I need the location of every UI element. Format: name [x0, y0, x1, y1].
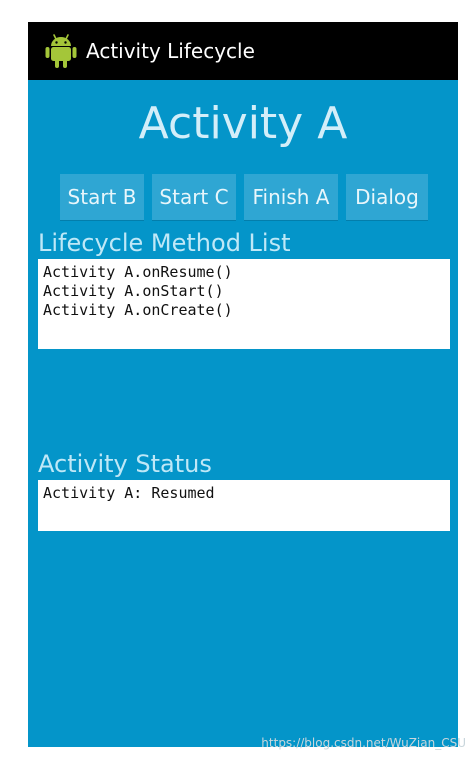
phone-screen: Activity Lifecycle Activity A Start B St…: [28, 22, 458, 747]
android-robot-icon: [45, 34, 77, 68]
method-list-box: Activity A.onResume() Activity A.onStart…: [38, 259, 450, 349]
watermark: https://blog.csdn.net/WuZian_CSU: [261, 736, 466, 750]
method-list-item: Activity A.onCreate(): [43, 301, 233, 319]
method-list-item: Activity A.onResume(): [43, 263, 233, 281]
status-label: Activity Status: [38, 450, 212, 478]
status-value: Activity A: Resumed: [43, 484, 215, 502]
start-c-button[interactable]: Start C: [152, 174, 236, 220]
status-box: Activity A: Resumed: [38, 480, 450, 531]
start-b-button[interactable]: Start B: [60, 174, 144, 220]
action-bar: Activity Lifecycle: [28, 22, 458, 80]
method-list-label: Lifecycle Method List: [38, 229, 291, 257]
finish-a-button[interactable]: Finish A: [244, 174, 338, 220]
method-list-item: Activity A.onStart(): [43, 282, 224, 300]
dialog-button[interactable]: Dialog: [346, 174, 428, 220]
page-title: Activity A: [138, 98, 348, 149]
app-title: Activity Lifecycle: [86, 39, 255, 63]
